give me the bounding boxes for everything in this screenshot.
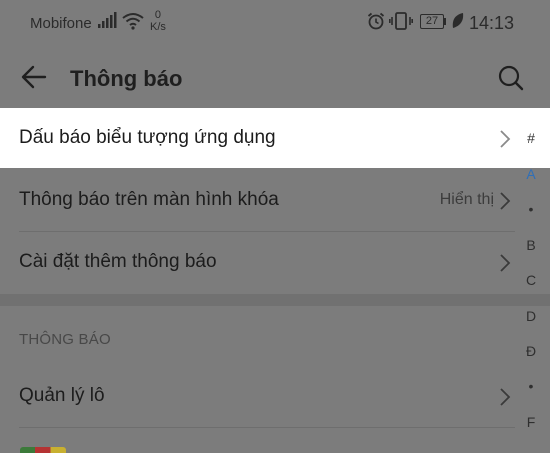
status-clock: 14:13	[469, 13, 515, 33]
alphabet-index[interactable]: # A • B C D Đ • F	[520, 108, 542, 450]
power-saving-leaf-icon	[451, 12, 465, 35]
speed-unit: K/s	[150, 21, 166, 33]
index-letter[interactable]: C	[520, 272, 542, 288]
settings-row-app-icon-badges[interactable]: Dấu báo biểu tượng ứng dụng	[0, 108, 550, 168]
section-separator	[0, 294, 550, 306]
row-divider	[19, 427, 515, 428]
signal-icon	[98, 12, 118, 33]
search-icon[interactable]	[497, 64, 525, 97]
chevron-right-icon	[499, 130, 511, 153]
carrier-name: Mobifone	[30, 15, 92, 32]
index-letter[interactable]: Đ	[520, 343, 542, 359]
chevron-right-icon	[499, 254, 511, 277]
chevron-right-icon	[499, 388, 511, 411]
row-label: Cài đặt thêm thông báo	[19, 251, 217, 272]
row-value: Hiển thị	[439, 191, 494, 208]
speed-value: 0	[154, 9, 162, 21]
page-title: Thông báo	[70, 66, 183, 91]
wifi-icon	[121, 12, 145, 35]
row-label: Quản lý lô	[19, 385, 105, 406]
settings-row-more-notification-settings[interactable]: Cài đặt thêm thông báo	[0, 232, 550, 294]
app-icon-partial[interactable]	[20, 447, 66, 453]
index-letter[interactable]: F	[520, 414, 542, 430]
row-label: Thông báo trên màn hình khóa	[19, 189, 279, 210]
battery-indicator: 27	[420, 14, 446, 29]
battery-level: 27	[420, 14, 444, 29]
row-label: Dấu báo biểu tượng ứng dụng	[19, 127, 276, 148]
index-letter[interactable]: B	[520, 237, 542, 253]
index-letter[interactable]: #	[520, 130, 542, 146]
index-dot[interactable]: •	[520, 378, 542, 394]
settings-row-lock-screen-notifications[interactable]: Thông báo trên màn hình khóa Hiển thị	[0, 170, 550, 232]
vibrate-icon	[389, 12, 413, 35]
section-header-notifications: THÔNG BÁO	[19, 331, 111, 348]
alarm-icon	[367, 12, 385, 35]
index-dot[interactable]: •	[520, 201, 542, 217]
network-speed: 0 K/s	[150, 9, 166, 33]
chevron-right-icon	[499, 192, 511, 215]
back-arrow-icon[interactable]	[20, 63, 48, 96]
index-letter[interactable]: A	[520, 166, 542, 182]
status-bar: Mobifone 0 K/s 27 14:13	[0, 0, 550, 46]
battery-tip	[444, 18, 446, 25]
index-letter[interactable]: D	[520, 308, 542, 324]
app-header: Thông báo	[0, 46, 550, 108]
settings-row-batch-management[interactable]: Quản lý lô	[0, 366, 550, 428]
